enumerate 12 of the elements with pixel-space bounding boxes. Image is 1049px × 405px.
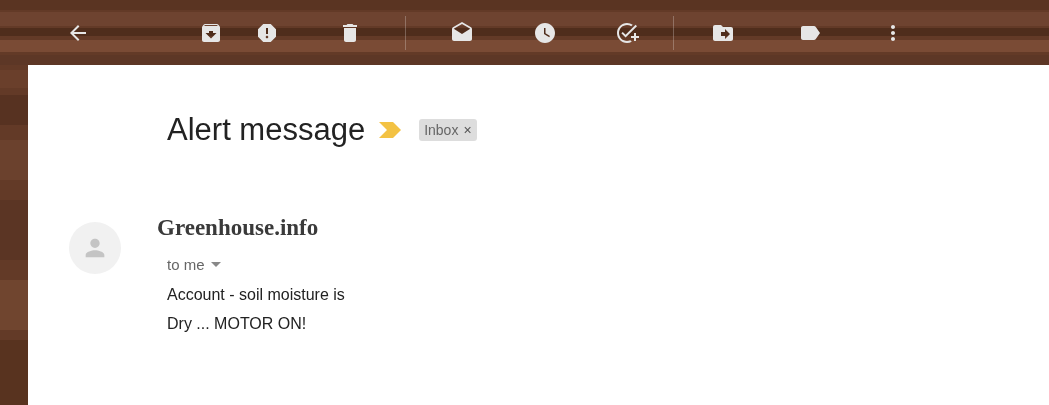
importance-marker-icon[interactable] (379, 122, 404, 138)
label-chip[interactable]: Inbox × (419, 119, 477, 141)
caret-icon (210, 262, 221, 267)
sender-name: Greenhouse.info (157, 215, 320, 241)
remove-label-button[interactable]: × (463, 122, 472, 138)
clock-icon[interactable] (533, 20, 557, 45)
message-body-line: Account - soil moisture is (167, 285, 346, 305)
email-subject: Alert message (167, 112, 366, 148)
recipient-dropdown[interactable]: to me (167, 256, 221, 273)
avatar (69, 222, 121, 274)
message-body-line: Dry ... MOTOR ON! (167, 314, 308, 334)
check-plus-icon[interactable] (615, 20, 639, 45)
